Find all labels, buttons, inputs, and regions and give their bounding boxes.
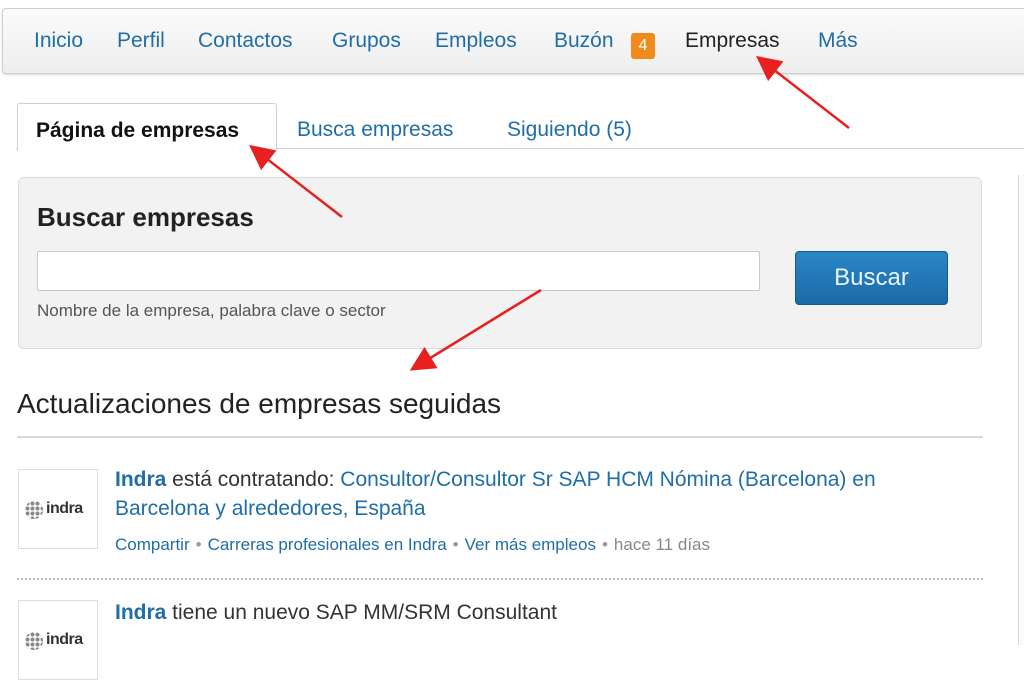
tab-pagina-de-empresas[interactable]: Página de empresas xyxy=(17,103,277,151)
update-headline-cont: Barcelona y alrededores, España xyxy=(115,497,426,521)
nav-item-inicio[interactable]: Inicio xyxy=(34,29,83,53)
tab-busca-empresas[interactable]: Busca empresas xyxy=(297,118,453,142)
search-companies-panel: Buscar empresas Nombre de la empresa, pa… xyxy=(18,177,982,349)
search-title: Buscar empresas xyxy=(37,202,254,232)
nav-item-empresas[interactable]: Empresas xyxy=(685,29,780,53)
update-verb: está contratando: xyxy=(166,468,341,491)
logo-mark-icon xyxy=(25,501,43,519)
company-logo[interactable]: indra xyxy=(18,469,98,549)
company-link[interactable]: Indra xyxy=(115,468,166,491)
update-separator xyxy=(17,578,983,580)
nav-item-contactos[interactable]: Contactos xyxy=(198,29,293,53)
job-link-cont[interactable]: Barcelona y alrededores, España xyxy=(115,497,426,520)
search-button[interactable]: Buscar xyxy=(795,251,948,305)
update-headline: Indra está contratando: Consultor/Consul… xyxy=(115,468,876,492)
nav-item-empleos[interactable]: Empleos xyxy=(435,29,517,53)
update-text: tiene un nuevo SAP MM/SRM Consultant xyxy=(166,601,557,624)
nav-item-buzon[interactable]: Buzón xyxy=(554,29,614,53)
logo-wordmark: indra xyxy=(46,500,83,517)
top-nav: Inicio Perfil Contactos Grupos Empleos B… xyxy=(2,8,1024,74)
update-actions: Compartir • Carreras profesionales en Indr… xyxy=(115,535,710,554)
company-search-input[interactable] xyxy=(37,251,760,291)
share-link[interactable]: Compartir xyxy=(115,535,190,554)
right-sidebar-edge xyxy=(1018,175,1024,645)
nav-item-perfil[interactable]: Perfil xyxy=(117,29,165,53)
search-help-text: Nombre de la empresa, palabra clave o se… xyxy=(37,301,386,320)
job-link[interactable]: Consultor/Consultor Sr SAP HCM Nómina (B… xyxy=(340,468,875,491)
company-logo[interactable]: indra xyxy=(18,600,98,680)
more-jobs-link[interactable]: Ver más empleos xyxy=(465,535,596,554)
updates-divider xyxy=(17,436,983,438)
inbox-count-badge: 4 xyxy=(631,33,655,59)
nav-item-mas[interactable]: Más xyxy=(818,29,858,53)
update-time: hace 11 días xyxy=(613,535,710,554)
updates-heading: Actualizaciones de empresas seguidas xyxy=(17,388,502,419)
nav-item-grupos[interactable]: Grupos xyxy=(332,29,401,53)
careers-link[interactable]: Carreras profesionales en Indra xyxy=(208,535,447,554)
logo-wordmark: indra xyxy=(46,631,83,648)
company-link[interactable]: Indra xyxy=(115,601,166,624)
tab-siguiendo[interactable]: Siguiendo (5) xyxy=(507,118,632,142)
update-headline: Indra tiene un nuevo SAP MM/SRM Consulta… xyxy=(115,601,557,625)
tab-label: Página de empresas xyxy=(36,119,240,142)
logo-mark-icon xyxy=(25,632,43,650)
